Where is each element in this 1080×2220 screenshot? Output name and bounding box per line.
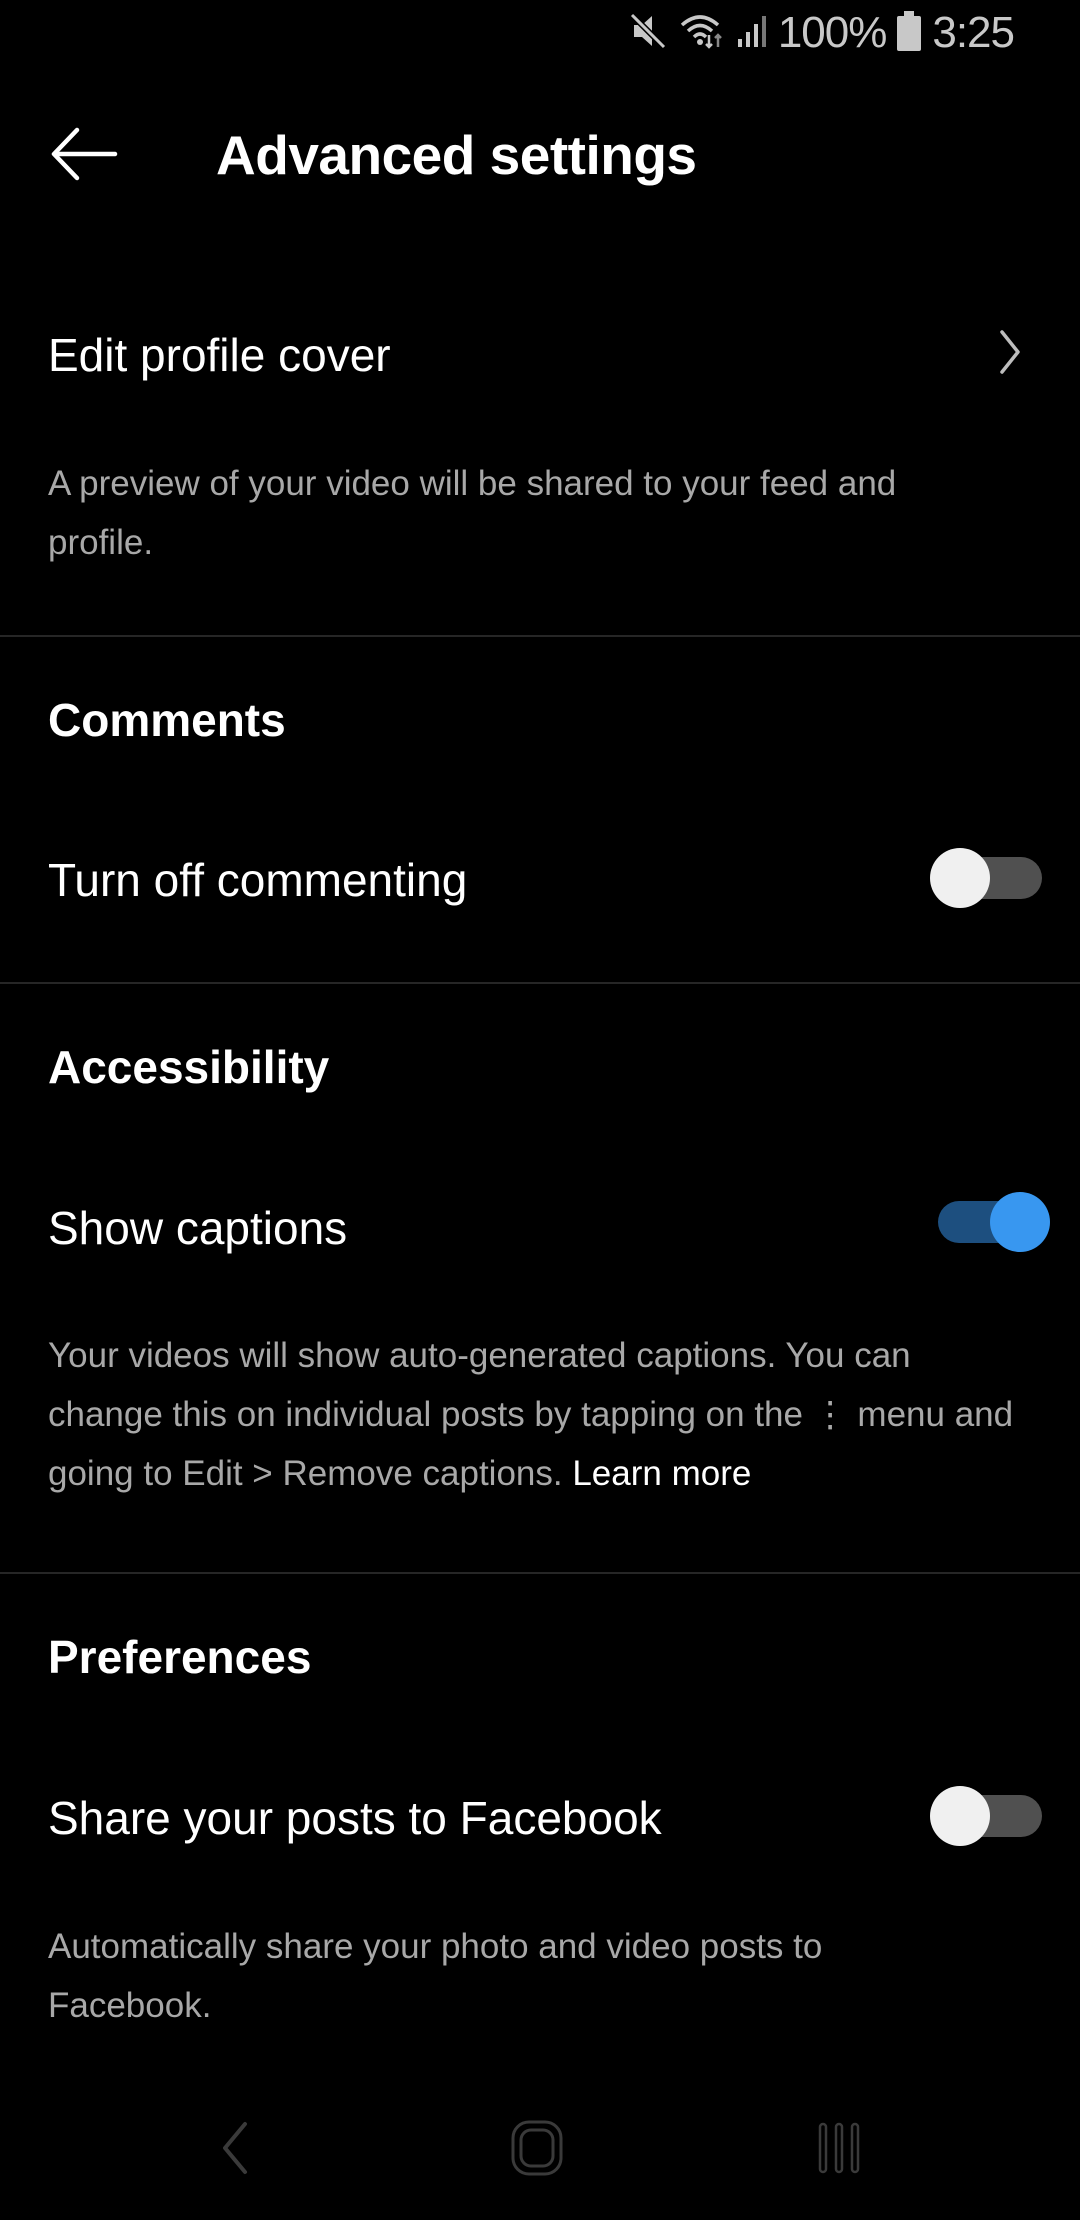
divider — [0, 1572, 1080, 1574]
mute-icon — [628, 11, 668, 56]
share-to-facebook-toggle[interactable] — [930, 1784, 1042, 1848]
learn-more-link[interactable]: Learn more — [572, 1454, 751, 1493]
toggle-knob — [930, 1786, 990, 1846]
nav-home-button[interactable] — [477, 2110, 597, 2190]
signal-icon — [736, 11, 768, 56]
profile-cover-description: A preview of your video will be shared t… — [48, 464, 897, 562]
page-title: Advanced settings — [216, 124, 697, 186]
back-nav-icon — [215, 2120, 255, 2181]
section-heading-accessibility: Accessibility — [48, 1041, 330, 1093]
captions-description: Your videos will show auto-generated cap… — [48, 1326, 1028, 1503]
show-captions-label: Show captions — [48, 1202, 348, 1254]
edit-profile-cover-label: Edit profile cover — [48, 329, 391, 381]
nav-back-button[interactable] — [175, 2110, 295, 2190]
arrow-left-icon — [49, 126, 119, 187]
section-heading-comments: Comments — [48, 694, 286, 746]
facebook-description: Automatically share your photo and video… — [48, 1927, 823, 2025]
system-nav-bar — [0, 2080, 1080, 2220]
back-button[interactable] — [44, 118, 124, 194]
captions-description-text: Your videos will show auto-generated cap… — [48, 1336, 1014, 1493]
show-captions-toggle[interactable] — [938, 1190, 1050, 1254]
section-heading-preferences: Preferences — [48, 1631, 312, 1683]
divider — [0, 982, 1080, 984]
turn-off-commenting-toggle[interactable] — [930, 846, 1042, 910]
turn-off-commenting-label: Turn off commenting — [48, 854, 468, 906]
clock: 3:25 — [932, 8, 1015, 57]
toggle-knob — [990, 1192, 1050, 1252]
home-nav-icon — [509, 2118, 565, 2183]
battery-icon — [896, 9, 922, 58]
share-to-facebook-label: Share your posts to Facebook — [48, 1792, 662, 1844]
status-bar: 100% 3:25 — [0, 0, 1080, 72]
nav-recents-button[interactable] — [779, 2110, 899, 2190]
recents-nav-icon — [814, 2120, 864, 2181]
toggle-knob — [930, 848, 990, 908]
divider — [0, 635, 1080, 637]
chevron-right-icon — [985, 322, 1035, 382]
battery-percent: 100% — [777, 8, 888, 57]
wifi-icon — [678, 11, 726, 56]
